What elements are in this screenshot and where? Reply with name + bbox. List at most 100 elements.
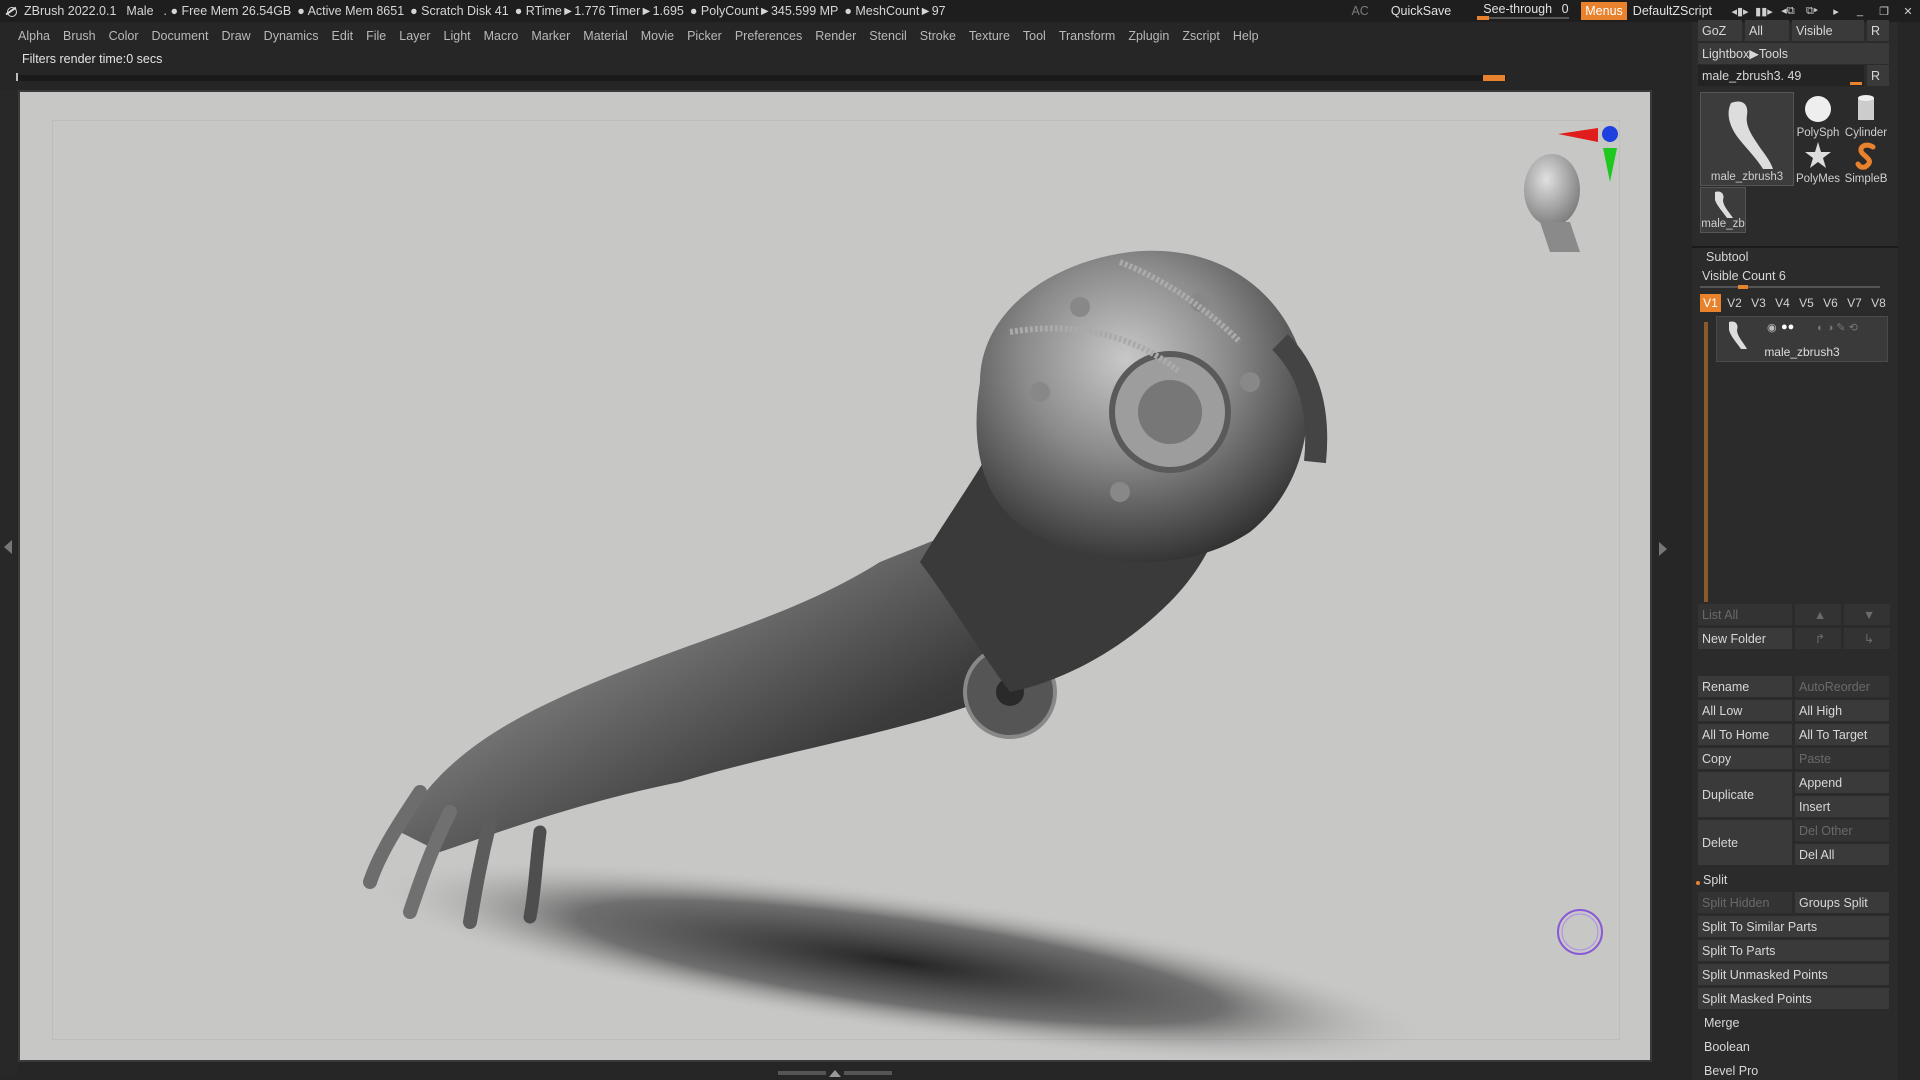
menu-document[interactable]: Document — [152, 29, 209, 43]
menu-file[interactable]: File — [366, 29, 386, 43]
tool-cylinder[interactable]: Cylinder — [1842, 94, 1890, 139]
version-tab-v5[interactable]: V5 — [1796, 294, 1817, 312]
restore-icon[interactable]: ▸ — [1824, 0, 1848, 22]
version-tab-v4[interactable]: V4 — [1772, 294, 1793, 312]
menu-transform[interactable]: Transform — [1059, 29, 1116, 43]
menus-toggle[interactable]: Menus — [1581, 2, 1627, 20]
close-icon[interactable]: ✕ — [1896, 0, 1920, 22]
menu-draw[interactable]: Draw — [222, 29, 251, 43]
all-low-button[interactable]: All Low — [1698, 700, 1792, 721]
insert-button[interactable]: Insert — [1795, 796, 1889, 817]
menu-marker[interactable]: Marker — [531, 29, 570, 43]
tool-simplebrush[interactable]: SimpleB — [1842, 140, 1890, 185]
autoreorder-button[interactable]: AutoReorder — [1795, 676, 1889, 697]
menu-preferences[interactable]: Preferences — [735, 29, 802, 43]
default-zscript-button[interactable]: DefaultZScript — [1633, 4, 1712, 18]
rename-button[interactable]: Rename — [1698, 676, 1792, 697]
navigation-head-gizmo[interactable] — [1524, 154, 1580, 226]
right-tray-edge[interactable] — [1654, 90, 1690, 1075]
list-all-button[interactable]: List All — [1698, 604, 1792, 625]
merge-section[interactable]: Merge — [1704, 1016, 1739, 1030]
expand-bottom-tray-icon[interactable] — [829, 1069, 841, 1077]
subtool-eye-icon[interactable]: ◉ — [1767, 321, 1777, 334]
append-button[interactable]: Append — [1795, 772, 1889, 793]
subtool-title[interactable]: Subtool — [1706, 250, 1748, 264]
new-folder-button[interactable]: New Folder — [1698, 628, 1792, 649]
visible-count-knob[interactable] — [1738, 285, 1748, 289]
document-canvas[interactable] — [18, 90, 1652, 1062]
version-tab-v7[interactable]: V7 — [1844, 294, 1865, 312]
menu-light[interactable]: Light — [444, 29, 471, 43]
copy-button[interactable]: Copy — [1698, 748, 1792, 769]
see-through-knob[interactable] — [1477, 16, 1490, 20]
menu-dynamics[interactable]: Dynamics — [264, 29, 319, 43]
delete-button[interactable]: Delete — [1698, 820, 1792, 865]
layout-1-icon[interactable]: ◂▮▸ — [1728, 0, 1752, 22]
menu-picker[interactable]: Picker — [687, 29, 722, 43]
version-tab-v3[interactable]: V3 — [1748, 294, 1769, 312]
menu-zscript[interactable]: Zscript — [1182, 29, 1220, 43]
menu-movie[interactable]: Movie — [641, 29, 674, 43]
all-to-target-button[interactable]: All To Target — [1795, 724, 1889, 745]
tool-polymesh[interactable]: PolyMes — [1794, 140, 1842, 185]
menu-zplugin[interactable]: Zplugin — [1128, 29, 1169, 43]
timeline-marker[interactable] — [1483, 75, 1505, 81]
maximize-icon[interactable]: ❐ — [1872, 0, 1896, 22]
del-other-button[interactable]: Del Other — [1795, 820, 1889, 841]
duplicate-button[interactable]: Duplicate — [1698, 772, 1792, 817]
ac-button[interactable]: AC — [1351, 4, 1368, 18]
split-to-similar-parts-button[interactable]: Split To Similar Parts — [1698, 916, 1889, 937]
del-all-button[interactable]: Del All — [1795, 844, 1889, 865]
lightbox-tools-button[interactable]: Lightbox▶Tools — [1698, 43, 1889, 64]
menu-tool[interactable]: Tool — [1023, 29, 1046, 43]
expand-left-tray-icon[interactable] — [4, 540, 12, 554]
version-tab-v8[interactable]: V8 — [1868, 294, 1889, 312]
menu-layer[interactable]: Layer — [399, 29, 430, 43]
tool-slider-knob[interactable] — [1850, 82, 1862, 85]
tool-slider[interactable]: male_zbrush3. 49 — [1698, 65, 1864, 86]
subtool-visibility-icon[interactable]: ●● — [1781, 321, 1794, 333]
paste-button[interactable]: Paste — [1795, 748, 1889, 769]
menu-edit[interactable]: Edit — [332, 29, 354, 43]
menu-help[interactable]: Help — [1233, 29, 1259, 43]
left-tray-edge[interactable] — [0, 90, 18, 1075]
tool-thumb-small[interactable]: male_zb — [1700, 187, 1746, 233]
groups-split-button[interactable]: Groups Split — [1795, 892, 1889, 913]
menu-alpha[interactable]: Alpha — [18, 29, 50, 43]
tool-polysphere[interactable]: PolySph — [1794, 94, 1842, 139]
sculpt-model[interactable] — [20, 92, 1652, 1062]
version-tab-v1[interactable]: V1 — [1700, 294, 1721, 312]
menu-color[interactable]: Color — [109, 29, 139, 43]
goz-visible-button[interactable]: Visible — [1792, 20, 1864, 41]
split-title[interactable]: Split — [1703, 873, 1727, 887]
layout-2-icon[interactable]: ▮▮▸ — [1752, 0, 1776, 22]
subtool-item[interactable]: ◉ ●● ◐ ◑ ✎ ⟲ male_zbrush3 — [1716, 316, 1888, 362]
move-down-button[interactable]: ▼ — [1844, 604, 1890, 625]
move-folder-up-button[interactable]: ↱ — [1795, 628, 1841, 649]
goz-button[interactable]: GoZ — [1698, 20, 1742, 41]
layout-4-icon[interactable]: ⧉▸ — [1800, 0, 1824, 22]
menu-material[interactable]: Material — [583, 29, 627, 43]
quicksave-button[interactable]: QuickSave — [1391, 4, 1451, 18]
layout-3-icon[interactable]: ◂⧉ — [1776, 0, 1800, 22]
version-tab-v6[interactable]: V6 — [1820, 294, 1841, 312]
bevel-pro-section[interactable]: Bevel Pro — [1704, 1064, 1758, 1078]
menu-stroke[interactable]: Stroke — [920, 29, 956, 43]
move-folder-down-button[interactable]: ↳ — [1844, 628, 1890, 649]
all-high-button[interactable]: All High — [1795, 700, 1889, 721]
split-hidden-button[interactable]: Split Hidden — [1698, 892, 1792, 913]
see-through-slider[interactable]: See-through 0 — [1477, 2, 1573, 20]
visible-count-slider[interactable]: Visible Count 6 — [1702, 269, 1786, 283]
subtool-list-scrollbar[interactable] — [1704, 322, 1708, 602]
timeline-track[interactable] — [16, 73, 1506, 81]
split-to-parts-button[interactable]: Split To Parts — [1698, 940, 1889, 961]
goz-r-button[interactable]: R — [1867, 20, 1889, 41]
subtool-polypaint-icon[interactable]: ◐ ◑ ✎ ⟲ — [1817, 321, 1858, 334]
boolean-section[interactable]: Boolean — [1704, 1040, 1750, 1054]
all-to-home-button[interactable]: All To Home — [1698, 724, 1792, 745]
collapse-right-tray-icon[interactable] — [1659, 542, 1667, 556]
menu-brush[interactable]: Brush — [63, 29, 96, 43]
split-masked-points-button[interactable]: Split Masked Points — [1698, 988, 1889, 1009]
move-up-button[interactable]: ▲ — [1795, 604, 1841, 625]
bottom-tray-handle[interactable] — [770, 1068, 900, 1078]
